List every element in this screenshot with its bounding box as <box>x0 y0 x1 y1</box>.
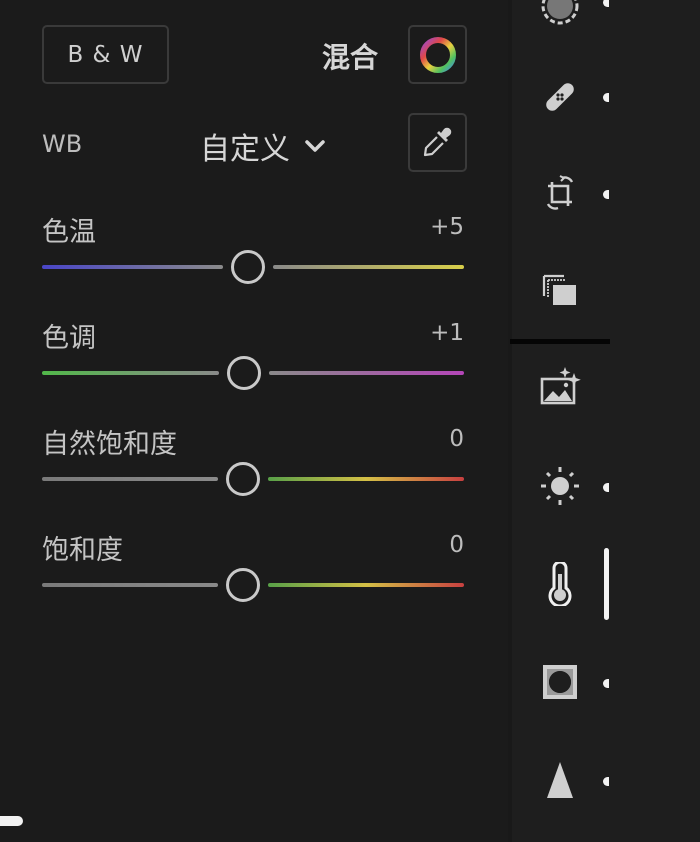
slider-value[interactable]: +5 <box>430 214 464 240</box>
mix-label: 混合 <box>322 41 379 74</box>
rail-item-effects[interactable] <box>532 654 588 710</box>
slider-label: 色调 <box>42 323 96 354</box>
color-mixer-button[interactable] <box>408 25 467 84</box>
detail-triangle-icon <box>547 762 573 798</box>
slider-label: 色温 <box>42 217 96 248</box>
slider-track-left[interactable] <box>42 477 218 481</box>
slider-value[interactable]: +1 <box>430 320 464 346</box>
slider-thumb[interactable] <box>226 568 260 602</box>
rail-indicator-dot <box>603 679 609 688</box>
rail-divider <box>508 0 512 842</box>
slider-label: 自然饱和度 <box>42 429 177 460</box>
rail-indicator-dot <box>603 93 609 102</box>
effects-vignette-icon <box>543 665 577 699</box>
color-wheel-icon <box>419 36 456 73</box>
masking-icon <box>541 0 579 25</box>
versions-icon <box>542 274 576 305</box>
slider-row: 自然饱和度 0 <box>42 422 464 512</box>
wb-preset-value: 自定义 <box>200 132 290 167</box>
rail-active-indicator <box>604 548 609 620</box>
slider-track-right[interactable] <box>273 265 464 269</box>
slider-track-right[interactable] <box>268 477 464 481</box>
rail-indicator-dot <box>603 0 609 7</box>
rail-item-auto[interactable] <box>532 358 588 414</box>
rail-indicator-dot <box>603 483 609 492</box>
rail-separator <box>510 339 610 344</box>
rail-item-versions[interactable] <box>532 262 588 318</box>
slider-track-right[interactable] <box>268 583 464 587</box>
slider-value[interactable]: 0 <box>449 426 464 452</box>
rail-item-crop[interactable] <box>532 165 588 221</box>
slider-value[interactable]: 0 <box>449 532 464 558</box>
crop-rotate-icon <box>546 175 574 210</box>
auto-enhance-icon <box>540 367 581 405</box>
bw-button[interactable]: B & W <box>42 25 169 84</box>
slider-track-left[interactable] <box>42 583 218 587</box>
slider-row: 色调 +1 <box>42 316 464 406</box>
healing-bandage-icon <box>546 83 574 111</box>
slider-track-left[interactable] <box>42 371 219 375</box>
slider-thumb[interactable] <box>226 462 260 496</box>
slider-row: 饱和度 0 <box>42 528 464 618</box>
light-sun-icon <box>541 467 579 505</box>
wb-eyedropper-button[interactable] <box>408 113 467 172</box>
slider-row: 色温 +5 <box>42 210 464 300</box>
color-thermometer-icon <box>548 562 572 606</box>
slider-track-right[interactable] <box>269 371 464 375</box>
slider-track-left[interactable] <box>42 265 223 269</box>
edit-panel: B & W 混合 WB 自定义 色温 +5 色调 +1 自然饱和度 0 饱和度 … <box>0 0 508 842</box>
rail-item-detail[interactable] <box>532 752 588 808</box>
tool-rail <box>508 0 700 842</box>
slider-thumb[interactable] <box>227 356 261 390</box>
rail-indicator-dot <box>603 777 609 786</box>
wb-label: WB <box>42 130 83 158</box>
eyedropper-icon <box>423 127 451 156</box>
wb-preset-dropdown[interactable]: 自定义 <box>200 124 326 168</box>
rail-item-healing[interactable] <box>532 69 588 125</box>
rail-item-color[interactable] <box>532 556 588 612</box>
rail-item-light[interactable] <box>532 458 588 514</box>
slider-thumb[interactable] <box>231 250 265 284</box>
slider-label: 饱和度 <box>42 535 123 566</box>
chevron-down-icon <box>305 140 325 152</box>
scroll-handle[interactable] <box>0 816 23 826</box>
rail-item-masking[interactable] <box>532 0 588 34</box>
rail-indicator-dot <box>603 190 609 199</box>
